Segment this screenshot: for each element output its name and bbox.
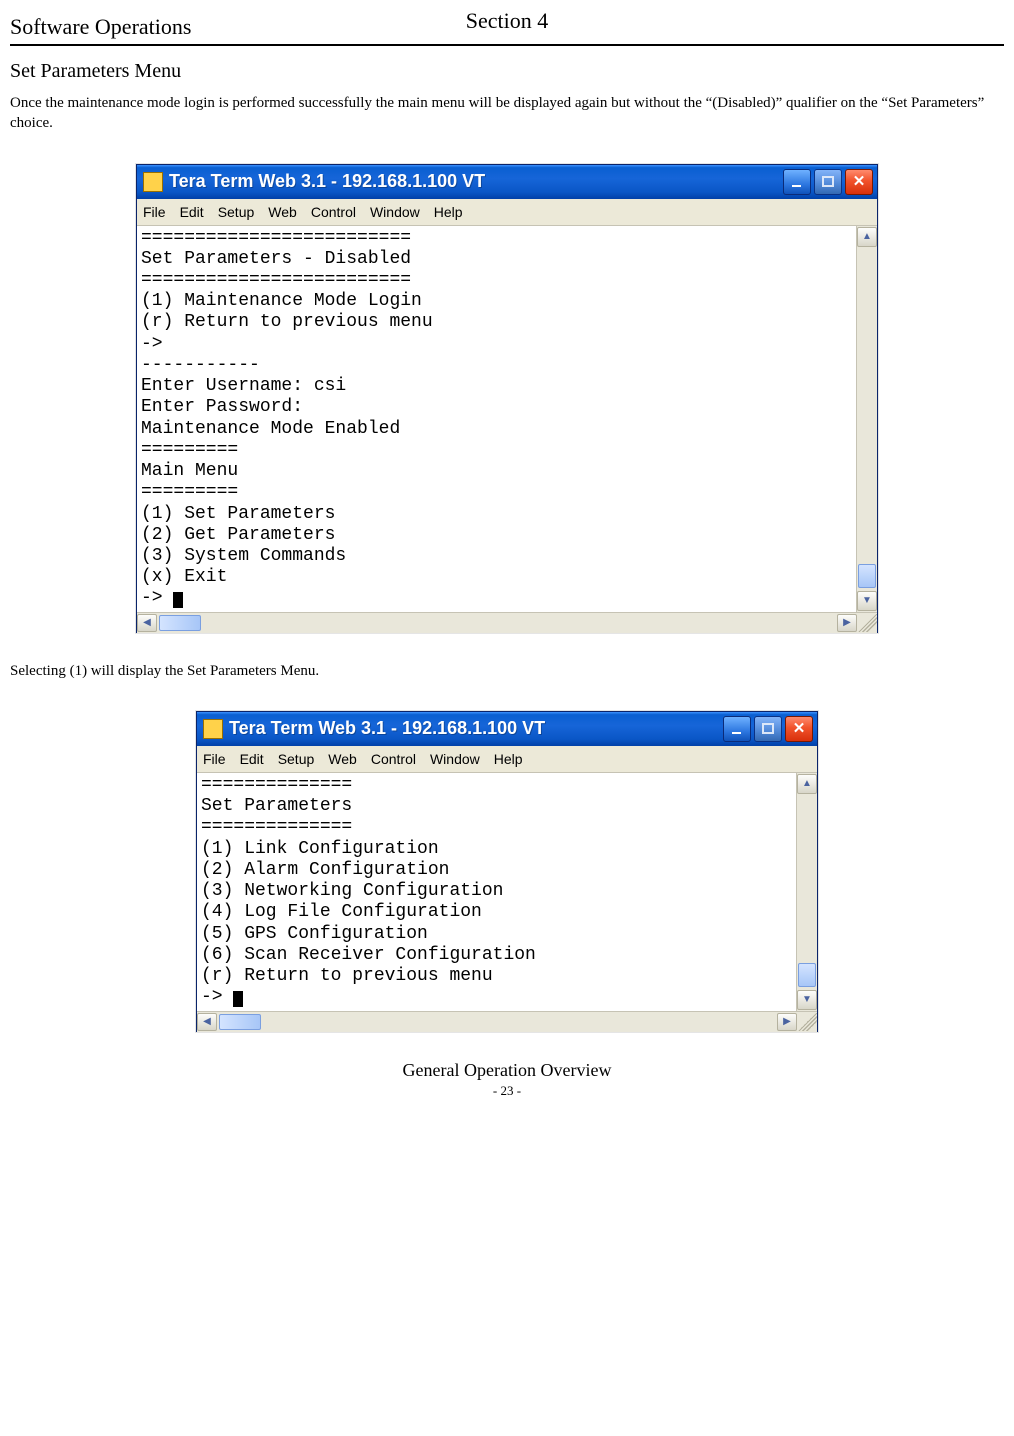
title-bar[interactable]: Tera Term Web 3.1 - 192.168.1.100 VT ✕ (197, 712, 817, 746)
minimize-button[interactable] (783, 169, 811, 195)
scroll-thumb[interactable] (798, 963, 816, 987)
menu-window[interactable]: Window (370, 204, 420, 220)
teraterm-window-1: Tera Term Web 3.1 - 192.168.1.100 VT ✕ F… (136, 164, 878, 633)
resize-grip[interactable] (797, 1013, 817, 1031)
paragraph-1: Once the maintenance mode login is perfo… (10, 93, 1004, 134)
hscroll-thumb[interactable] (219, 1014, 261, 1030)
menu-control[interactable]: Control (311, 204, 356, 220)
menu-control[interactable]: Control (371, 751, 416, 767)
teraterm-window-2: Tera Term Web 3.1 - 192.168.1.100 VT ✕ F… (196, 711, 818, 1032)
menu-setup[interactable]: Setup (218, 204, 255, 220)
menu-edit[interactable]: Edit (180, 204, 204, 220)
vertical-scrollbar[interactable]: ▲ ▼ (856, 226, 877, 612)
window-title: Tera Term Web 3.1 - 192.168.1.100 VT (229, 718, 717, 739)
scroll-right-button[interactable]: ▶ (777, 1013, 797, 1031)
terminal-output[interactable]: ========================= Set Parameters… (137, 226, 856, 612)
close-button[interactable]: ✕ (785, 716, 813, 742)
menu-web[interactable]: Web (328, 751, 357, 767)
title-bar[interactable]: Tera Term Web 3.1 - 192.168.1.100 VT ✕ (137, 165, 877, 199)
menu-bar: File Edit Setup Web Control Window Help (197, 746, 817, 773)
menu-help[interactable]: Help (494, 751, 523, 767)
scroll-up-button[interactable]: ▲ (857, 227, 877, 247)
minimize-button[interactable] (723, 716, 751, 742)
text-cursor (233, 991, 243, 1007)
menu-edit[interactable]: Edit (240, 751, 264, 767)
menu-file[interactable]: File (203, 751, 226, 767)
vertical-scrollbar[interactable]: ▲ ▼ (796, 773, 817, 1011)
menu-help[interactable]: Help (434, 204, 463, 220)
maximize-button[interactable] (754, 716, 782, 742)
menu-bar: File Edit Setup Web Control Window Help (137, 199, 877, 226)
scroll-down-button[interactable]: ▼ (797, 990, 817, 1010)
menu-window[interactable]: Window (430, 751, 480, 767)
scroll-down-button[interactable]: ▼ (857, 591, 877, 611)
menu-file[interactable]: File (143, 204, 166, 220)
chapter-label: Software Operations (10, 14, 191, 40)
terminal-output[interactable]: ============== Set Parameters ==========… (197, 773, 796, 1011)
scroll-thumb[interactable] (858, 564, 876, 588)
section-title: Set Parameters Menu (10, 60, 1004, 83)
maximize-button[interactable] (814, 169, 842, 195)
menu-web[interactable]: Web (268, 204, 297, 220)
scroll-left-button[interactable]: ◀ (197, 1013, 217, 1031)
header-rule (10, 44, 1004, 46)
app-icon (203, 719, 223, 739)
window-title: Tera Term Web 3.1 - 192.168.1.100 VT (169, 171, 777, 192)
hscroll-thumb[interactable] (159, 615, 201, 631)
menu-setup[interactable]: Setup (278, 751, 315, 767)
horizontal-scrollbar[interactable]: ◀ ▶ (197, 1011, 817, 1032)
page-number: - 23 - (10, 1083, 1004, 1107)
scroll-right-button[interactable]: ▶ (837, 614, 857, 632)
resize-grip[interactable] (857, 614, 877, 632)
scroll-up-button[interactable]: ▲ (797, 774, 817, 794)
paragraph-2: Selecting (1) will display the Set Param… (10, 661, 1004, 681)
horizontal-scrollbar[interactable]: ◀ ▶ (137, 612, 877, 633)
text-cursor (173, 592, 183, 608)
app-icon (143, 172, 163, 192)
document-header: Section 4 Software Operations (10, 10, 1004, 40)
footer-title: General Operation Overview (10, 1060, 1004, 1081)
scroll-left-button[interactable]: ◀ (137, 614, 157, 632)
close-button[interactable]: ✕ (845, 169, 873, 195)
